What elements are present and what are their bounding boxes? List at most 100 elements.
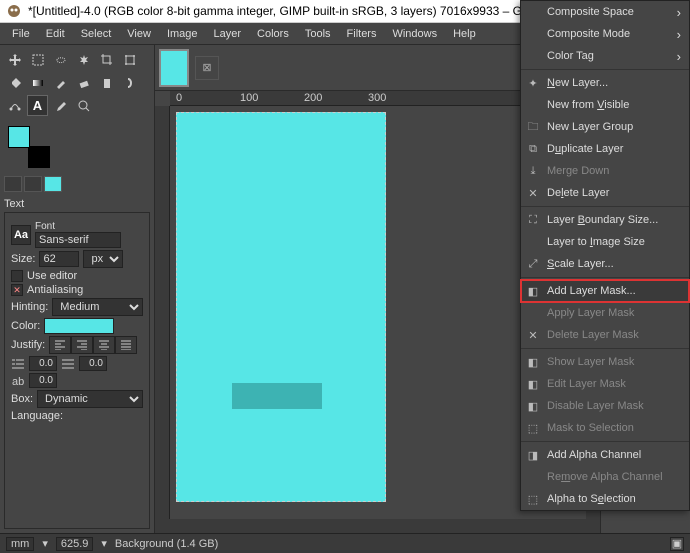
justify-left-button[interactable] — [49, 336, 71, 354]
menu-item-color-tag[interactable]: Color Tag — [521, 45, 689, 67]
menu-item-new-layer[interactable]: ✦New Layer... — [521, 72, 689, 94]
menu-item-icon: ◧ — [526, 378, 540, 391]
indent-input[interactable]: 0.0 — [29, 356, 57, 371]
menu-item-label: Composite Mode — [547, 28, 630, 40]
ruler-mark: 200 — [304, 92, 322, 104]
menu-item-icon: ⧉ — [526, 143, 540, 156]
menu-item-label: Alpha to Selection — [547, 493, 636, 505]
text-color-swatch[interactable] — [44, 318, 114, 334]
size-label: Size: — [11, 253, 35, 265]
unit-select[interactable]: mm — [6, 537, 34, 551]
menu-image[interactable]: Image — [159, 25, 206, 43]
tool-fuzzy-select[interactable] — [73, 49, 94, 70]
menu-item-alpha-to-selection[interactable]: ⬚Alpha to Selection — [521, 488, 689, 510]
menu-item-icon: ✦ — [526, 77, 540, 90]
canvas-rectangle-layer[interactable] — [232, 383, 322, 409]
tool-crop[interactable] — [96, 49, 117, 70]
menu-file[interactable]: File — [4, 25, 38, 43]
menu-tools[interactable]: Tools — [297, 25, 339, 43]
menu-item-layer-boundary-size[interactable]: ⛶ Layer Boundary Size... — [521, 209, 689, 231]
menu-layer[interactable]: Layer — [206, 25, 250, 43]
menu-item-new-from-visible[interactable]: New from Visible — [521, 94, 689, 116]
menu-item-remove-alpha-channel: Remove Alpha Channel — [521, 466, 689, 488]
image-tab-close[interactable]: ⊠ — [195, 56, 219, 80]
menu-view[interactable]: View — [119, 25, 159, 43]
tool-move[interactable] — [4, 49, 25, 70]
menu-item-icon: ⤢ — [526, 258, 540, 271]
antialias-checkbox[interactable] — [11, 284, 23, 296]
nav-arrow-icon[interactable]: ▣ — [670, 537, 684, 551]
bg-color-swatch[interactable] — [28, 146, 50, 168]
menu-item-composite-mode[interactable]: Composite Mode — [521, 23, 689, 45]
tool-paintbrush[interactable] — [50, 72, 71, 93]
tool-text[interactable]: A — [27, 95, 48, 116]
toolbox-tabs — [4, 176, 150, 192]
menu-filters[interactable]: Filters — [339, 25, 385, 43]
status-layer-label: Background (1.4 GB) — [115, 538, 218, 550]
menu-help[interactable]: Help — [445, 25, 484, 43]
letter-spacing-input[interactable]: 0.0 — [29, 373, 57, 388]
menu-item-add-alpha-channel[interactable]: ◨Add Alpha Channel — [521, 444, 689, 466]
tool-smudge[interactable] — [119, 72, 140, 93]
tool-transform[interactable] — [119, 49, 140, 70]
menu-item-scale-layer[interactable]: ⤢Scale Layer... — [521, 253, 689, 275]
menu-item-label: Add Layer Mask... — [547, 285, 636, 297]
ruler-vertical[interactable] — [155, 106, 170, 519]
menu-item-edit-layer-mask: ◧Edit Layer Mask — [521, 373, 689, 395]
box-select[interactable]: Dynamic — [37, 390, 143, 408]
image-tab-thumb[interactable] — [159, 49, 189, 87]
menu-item-label: Remove Alpha Channel — [547, 471, 663, 483]
menu-edit[interactable]: Edit — [38, 25, 73, 43]
menu-item-label: Apply Layer Mask — [547, 307, 634, 319]
fg-bg-swatches[interactable] — [8, 126, 50, 168]
menu-item-layer-to-image-size[interactable]: Layer to Image Size — [521, 231, 689, 253]
justify-center-button[interactable] — [93, 336, 115, 354]
tool-free-select[interactable] — [50, 49, 71, 70]
scrollbar-horizontal[interactable] — [155, 519, 600, 533]
menu-item-label: New Layer Group — [547, 121, 633, 133]
tool-gradient[interactable] — [27, 72, 48, 93]
justify-right-button[interactable] — [71, 336, 93, 354]
tool-zoom[interactable] — [73, 95, 94, 116]
tool-color-picker[interactable] — [50, 95, 71, 116]
menu-select[interactable]: Select — [73, 25, 120, 43]
tool-bucket-fill[interactable] — [4, 72, 25, 93]
size-unit-select[interactable]: px — [83, 250, 123, 268]
tool-eraser[interactable] — [73, 72, 94, 93]
menu-item-duplicate-layer[interactable]: ⧉Duplicate Layer — [521, 138, 689, 160]
size-input[interactable] — [39, 251, 79, 267]
canvas-page[interactable] — [176, 112, 386, 502]
colortab[interactable] — [44, 176, 62, 192]
menu-item-label: Layer Boundary Size... — [547, 214, 658, 226]
font-icon[interactable]: Aa — [11, 225, 31, 245]
use-editor-checkbox[interactable] — [11, 270, 23, 282]
menu-item-merge-down: ⤓Merge Down — [521, 160, 689, 182]
tool-rect-select[interactable] — [27, 49, 48, 70]
zoom-value[interactable]: 625.9 — [56, 537, 94, 551]
menu-separator — [521, 69, 689, 70]
tool-path[interactable] — [4, 95, 25, 116]
hinting-label: Hinting: — [11, 301, 48, 313]
hinting-select[interactable]: Medium — [52, 298, 143, 316]
menu-item-icon: ✕ — [526, 187, 540, 200]
tool-clone[interactable] — [96, 72, 117, 93]
menu-windows[interactable]: Windows — [384, 25, 445, 43]
menu-item-add-layer-mask[interactable]: ◧Add Layer Mask... — [521, 280, 689, 302]
letter-spacing-icon: ab — [11, 375, 25, 387]
menu-separator — [521, 277, 689, 278]
fg-color-swatch[interactable] — [8, 126, 30, 148]
menu-colors[interactable]: Colors — [249, 25, 297, 43]
menu-item-composite-space[interactable]: Composite Space — [521, 1, 689, 23]
box-label: Box: — [11, 393, 33, 405]
justify-label: Justify: — [11, 339, 45, 351]
device-tab[interactable] — [24, 176, 42, 192]
font-input[interactable] — [35, 232, 121, 248]
tool-grid: A — [4, 49, 150, 116]
menu-item-new-layer-group[interactable]: 🗀New Layer Group — [521, 116, 689, 138]
line-spacing-input[interactable]: 0.0 — [79, 356, 107, 371]
justify-fill-button[interactable] — [115, 336, 137, 354]
menu-item-icon: ◧ — [526, 356, 540, 369]
menu-item-icon: ⛶ — [526, 214, 540, 227]
menu-item-delete-layer[interactable]: ✕Delete Layer — [521, 182, 689, 204]
tooloptions-tab[interactable] — [4, 176, 22, 192]
